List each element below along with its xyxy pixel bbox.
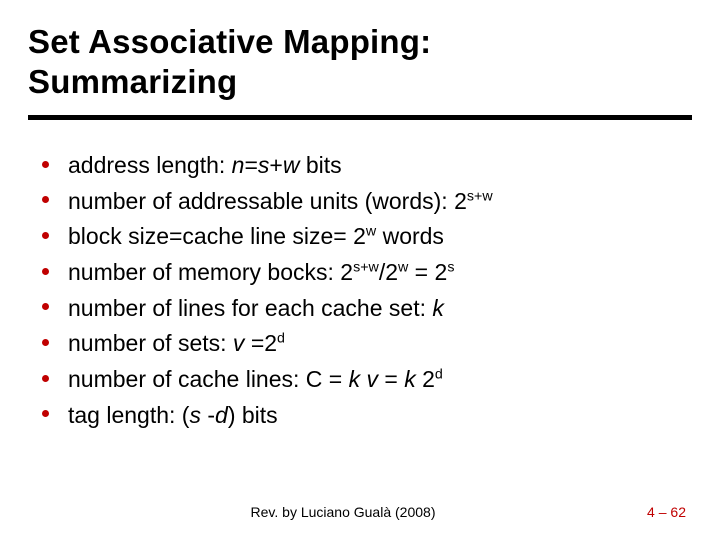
- text: block size=cache line size= 2: [68, 223, 366, 249]
- text: number of cache lines: C =: [68, 366, 349, 392]
- superscript: w: [398, 259, 408, 275]
- var-s: s: [189, 402, 207, 428]
- text: number of sets:: [68, 330, 233, 356]
- page-number: 62: [670, 504, 686, 520]
- var-v: v: [233, 330, 251, 356]
- superscript: s: [447, 259, 454, 275]
- horizontal-rule: [28, 115, 692, 120]
- var-k: k: [432, 295, 444, 321]
- var-w: w: [283, 152, 300, 178]
- text: 2: [422, 366, 435, 392]
- list-item: number of memory bocks: 2s+w/2w = 2s: [30, 255, 684, 291]
- slide-title: Set Associative Mapping: Summarizing: [28, 22, 692, 101]
- superscript: d: [435, 366, 443, 382]
- text: tag length: (: [68, 402, 189, 428]
- superscript: s+w: [467, 188, 493, 204]
- list-item: number of addressable units (words): 2s+…: [30, 184, 684, 220]
- var-n: n: [232, 152, 245, 178]
- text: = 2: [408, 259, 447, 285]
- text: ) bits: [228, 402, 278, 428]
- text: =2: [251, 330, 277, 356]
- list-item: number of lines for each cache set: k: [30, 291, 684, 327]
- var-d: d: [215, 402, 228, 428]
- superscript: d: [277, 331, 285, 347]
- slide: Set Associative Mapping: Summarizing add…: [0, 0, 720, 540]
- footer-center-text: Rev. by Luciano Gualà (2008): [0, 504, 686, 520]
- var-s: s: [258, 152, 270, 178]
- text: address length:: [68, 152, 232, 178]
- chapter-number: 4: [647, 504, 655, 520]
- list-item: address length: n=s+w bits: [30, 148, 684, 184]
- list-item: number of cache lines: C = k v = k 2d: [30, 362, 684, 398]
- footer-page-number: 4 – 62: [647, 504, 686, 520]
- text: /2: [379, 259, 398, 285]
- text: number of memory bocks: 2: [68, 259, 353, 285]
- bullet-list: address length: n=s+w bits number of add…: [28, 148, 692, 433]
- text: number of addressable units (words): 2: [68, 188, 467, 214]
- var-v: v: [367, 366, 385, 392]
- dash: –: [655, 504, 671, 520]
- list-item: number of sets: v =2d: [30, 326, 684, 362]
- text: bits: [299, 152, 341, 178]
- text: =: [244, 152, 257, 178]
- title-line-2: Summarizing: [28, 63, 237, 100]
- text: -: [207, 402, 215, 428]
- text: words: [376, 223, 444, 249]
- var-k: k: [349, 366, 367, 392]
- text: =: [384, 366, 404, 392]
- superscript: s+w: [353, 259, 379, 275]
- var-k: k: [404, 366, 422, 392]
- list-item: tag length: (s -d) bits: [30, 398, 684, 434]
- superscript: w: [366, 224, 376, 240]
- text: +: [269, 152, 282, 178]
- title-line-1: Set Associative Mapping:: [28, 23, 431, 60]
- text: number of lines for each cache set:: [68, 295, 432, 321]
- list-item: block size=cache line size= 2w words: [30, 219, 684, 255]
- slide-footer: Rev. by Luciano Gualà (2008) 4 – 62: [0, 504, 720, 520]
